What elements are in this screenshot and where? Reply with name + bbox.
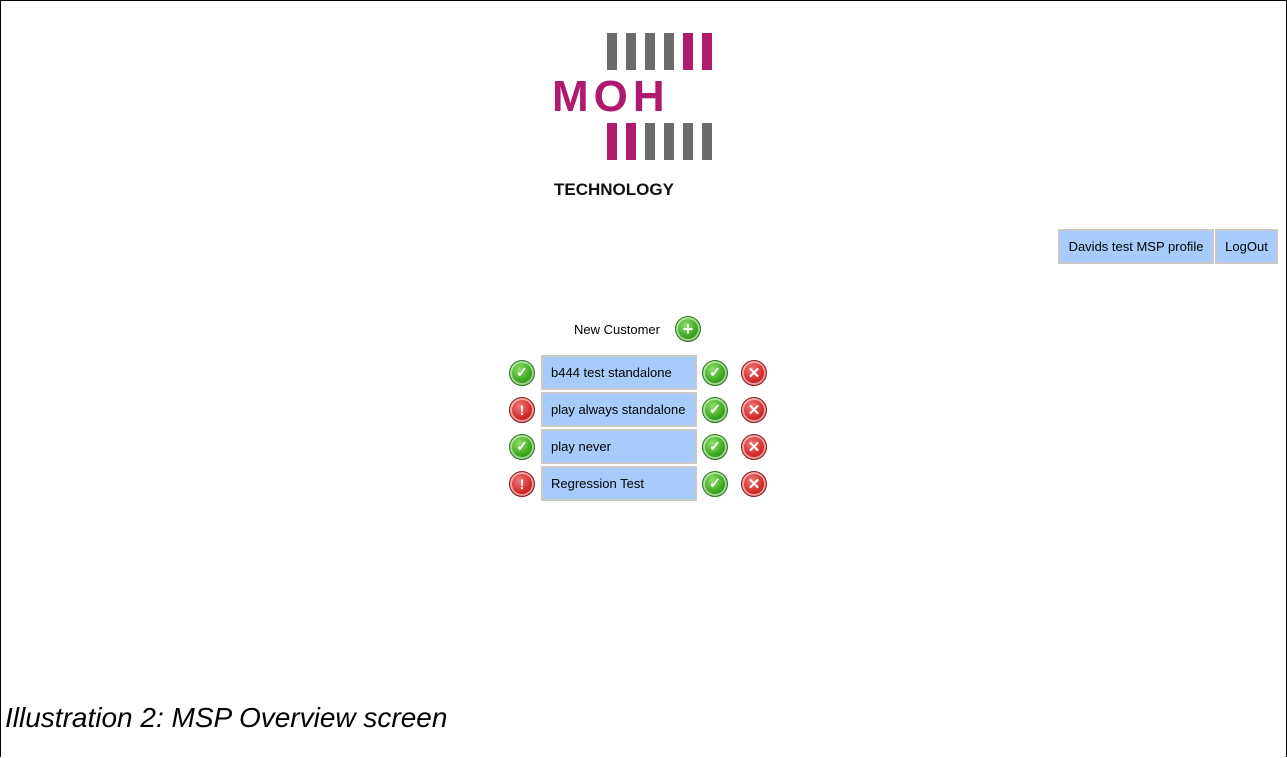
customer-button[interactable]: play always standalone <box>541 392 697 427</box>
logo-moh-text: MOH <box>552 72 670 121</box>
moh-technology-logo: MOH TECHNOLOGY <box>552 33 732 203</box>
logo-bars-top <box>607 33 712 70</box>
customer-row: ✓ b444 test standalone ✓ ✕ <box>509 354 767 391</box>
status-ok-icon: ✓ <box>509 359 535 386</box>
logo-technology-text: TECHNOLOGY <box>554 180 674 199</box>
check-circle-icon[interactable]: ✓ <box>702 396 728 423</box>
plus-circle-icon[interactable]: + <box>674 316 701 342</box>
customer-row: ! play always standalone ✓ ✕ <box>509 391 767 428</box>
logout-button[interactable]: LogOut <box>1215 229 1278 264</box>
new-customer: New Customer + <box>574 316 701 342</box>
logo-bars-bottom <box>607 123 712 160</box>
customer-row: ✓ play never ✓ ✕ <box>509 428 767 465</box>
customer-list: ✓ b444 test standalone ✓ ✕ ! play always… <box>509 354 767 502</box>
new-customer-label: New Customer <box>574 321 660 337</box>
status-error-icon: ! <box>509 396 535 423</box>
figure-caption: Illustration 2: MSP Overview screen <box>5 702 448 733</box>
customer-row: ! Regression Test ✓ ✕ <box>509 465 767 502</box>
check-circle-icon[interactable]: ✓ <box>702 433 728 460</box>
profile-button[interactable]: Davids test MSP profile <box>1058 229 1214 264</box>
x-circle-icon[interactable]: ✕ <box>741 470 767 497</box>
status-ok-icon: ✓ <box>509 433 535 460</box>
x-circle-icon[interactable]: ✕ <box>741 396 767 423</box>
status-error-icon: ! <box>509 470 535 497</box>
check-circle-icon[interactable]: ✓ <box>702 470 728 497</box>
check-circle-icon[interactable]: ✓ <box>702 359 728 386</box>
customer-button[interactable]: Regression Test <box>541 466 697 501</box>
x-circle-icon[interactable]: ✕ <box>741 359 767 386</box>
customer-button[interactable]: play never <box>541 429 697 464</box>
x-circle-icon[interactable]: ✕ <box>741 433 767 460</box>
customer-button[interactable]: b444 test standalone <box>541 355 697 390</box>
